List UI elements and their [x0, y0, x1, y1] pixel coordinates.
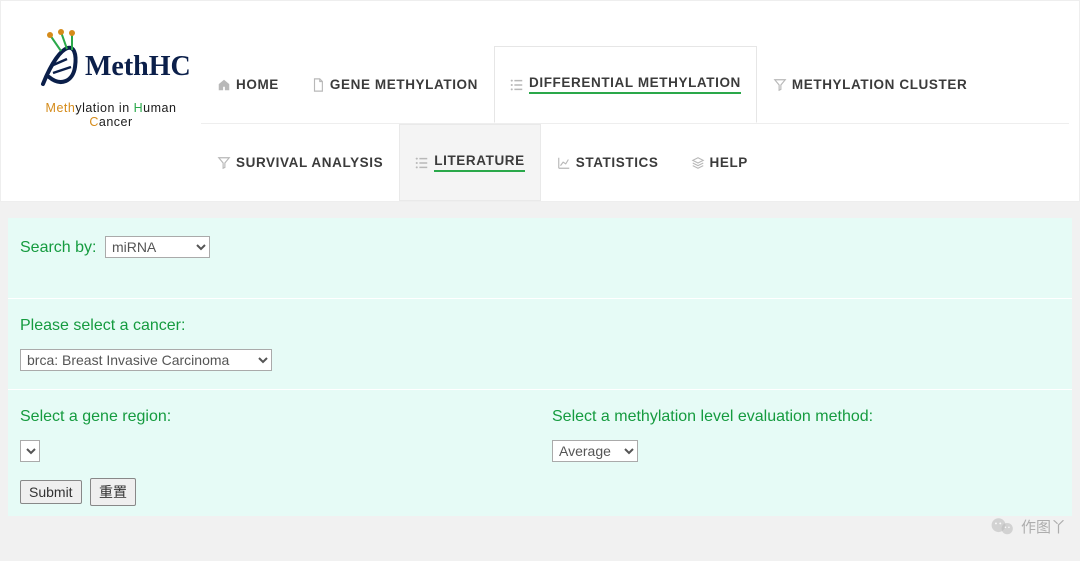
- method-section: Select a methylation level evaluation me…: [540, 390, 1072, 472]
- nav-literature[interactable]: LITERATURE: [399, 124, 541, 201]
- document-icon: [311, 78, 325, 92]
- options-row: Select a gene region: Select a methylati…: [8, 390, 1072, 472]
- home-icon: [217, 78, 231, 92]
- nav-differential-methylation[interactable]: DIFFERENTIAL METHYLATION: [494, 46, 757, 123]
- nav-label: METHYLATION CLUSTER: [792, 77, 967, 92]
- reset-button[interactable]: 重置: [90, 478, 136, 506]
- method-select[interactable]: Average: [552, 440, 638, 462]
- nav-gene-methylation[interactable]: GENE METHYLATION: [295, 46, 494, 123]
- submit-button[interactable]: Submit: [20, 480, 82, 504]
- list-icon: [510, 78, 524, 92]
- main-nav: HOME GENE METHYLATION DIFFERENTIAL METHY…: [201, 11, 1069, 201]
- nav-help[interactable]: HELP: [675, 124, 764, 201]
- nav-home[interactable]: HOME: [201, 46, 295, 123]
- nav-label: HOME: [236, 77, 279, 92]
- nav-methylation-cluster[interactable]: METHYLATION CLUSTER: [757, 46, 983, 123]
- nav-label: HELP: [710, 155, 748, 170]
- search-form: Search by: miRNA Please select a cancer:…: [8, 218, 1072, 516]
- nav-label: LITERATURE: [434, 153, 525, 172]
- logo-icon: MethHC: [31, 29, 191, 99]
- wechat-icon: [989, 515, 1015, 537]
- funnel-icon: [217, 156, 231, 170]
- region-select[interactable]: [20, 440, 40, 462]
- region-section: Select a gene region:: [8, 390, 540, 472]
- nav-label: SURVIVAL ANALYSIS: [236, 155, 383, 170]
- cancer-select[interactable]: brca: Breast Invasive Carcinoma: [20, 349, 272, 371]
- nav-label: DIFFERENTIAL METHYLATION: [529, 75, 741, 94]
- nav-row-2: SURVIVAL ANALYSIS LITERATURE STATISTICS …: [201, 124, 1069, 201]
- funnel-icon: [773, 78, 787, 92]
- search-by-section: Search by: miRNA: [8, 218, 1072, 299]
- nav-statistics[interactable]: STATISTICS: [541, 124, 675, 201]
- cancer-section: Please select a cancer: brca: Breast Inv…: [8, 299, 1072, 390]
- stack-icon: [691, 156, 705, 170]
- nav-label: STATISTICS: [576, 155, 659, 170]
- header: MethHC Methylation in Human Cancer HOME …: [0, 0, 1080, 202]
- region-label: Select a gene region:: [20, 408, 528, 426]
- search-by-select[interactable]: miRNA: [105, 236, 210, 258]
- watermark-text: 作图丫: [1021, 516, 1066, 537]
- cancer-label: Please select a cancer:: [20, 317, 1060, 335]
- svg-text:MethHC: MethHC: [85, 51, 191, 82]
- logo[interactable]: MethHC Methylation in Human Cancer: [11, 11, 201, 139]
- watermark: 作图丫: [989, 515, 1066, 537]
- search-by-label: Search by:: [20, 239, 96, 256]
- method-label: Select a methylation level evaluation me…: [552, 408, 1060, 426]
- nav-label: GENE METHYLATION: [330, 77, 478, 92]
- form-buttons: Submit 重置: [8, 472, 1072, 516]
- list-icon: [415, 156, 429, 170]
- chart-icon: [557, 156, 571, 170]
- nav-survival-analysis[interactable]: SURVIVAL ANALYSIS: [201, 124, 399, 201]
- nav-row-1: HOME GENE METHYLATION DIFFERENTIAL METHY…: [201, 46, 1069, 124]
- logo-subtitle: Methylation in Human Cancer: [31, 101, 191, 129]
